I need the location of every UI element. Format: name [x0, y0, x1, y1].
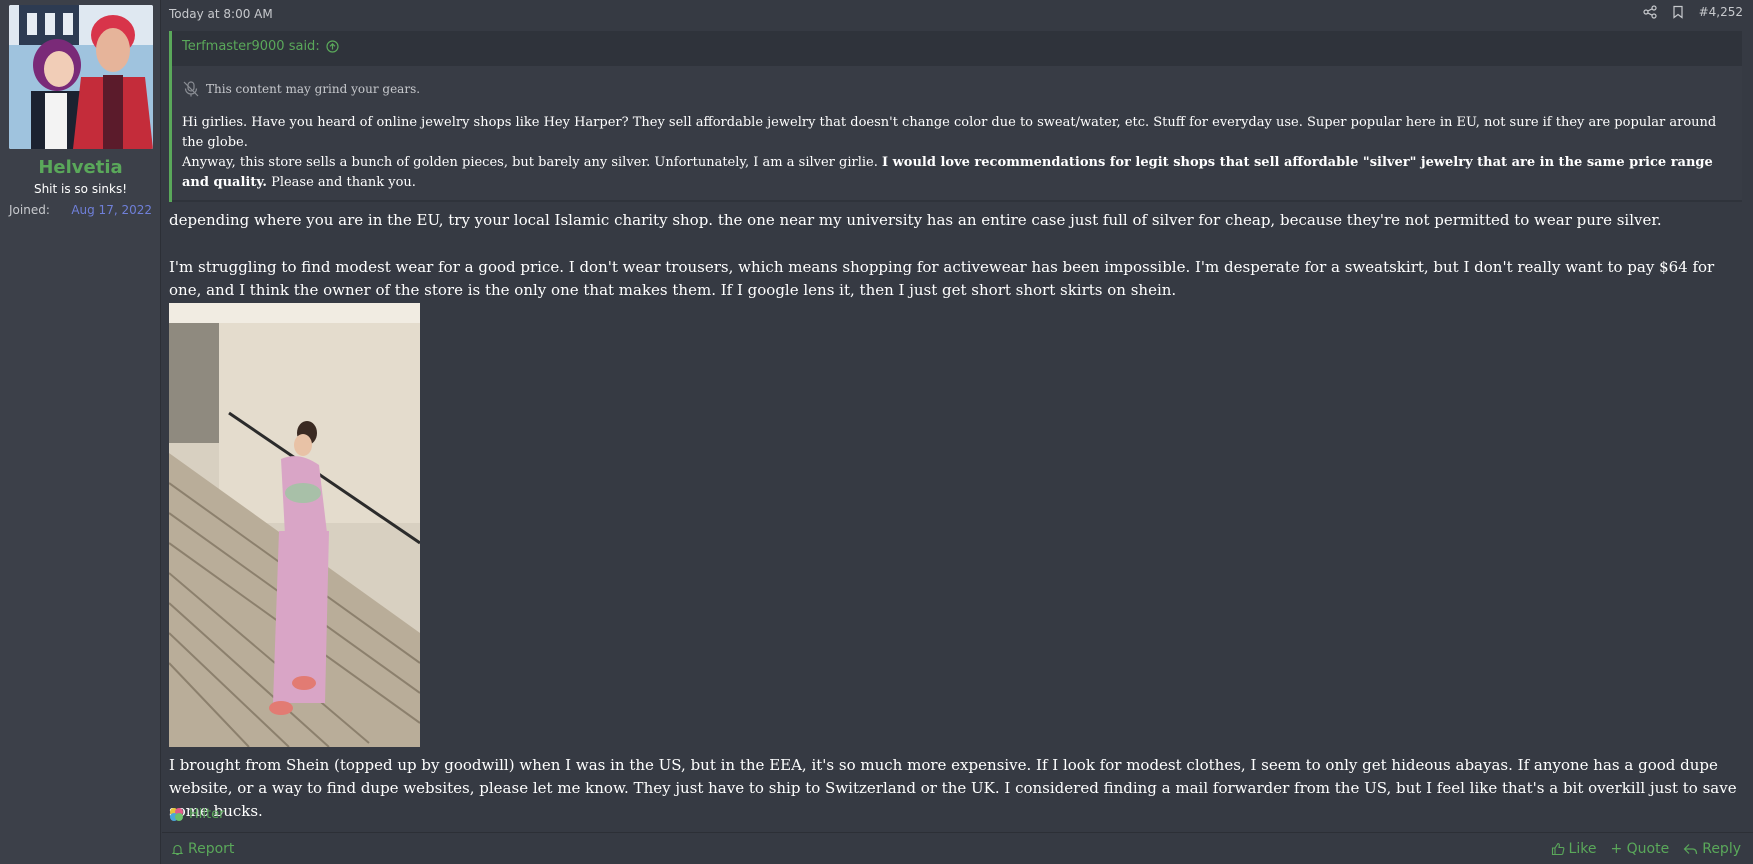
avatar[interactable] — [9, 5, 153, 149]
reaction-bar[interactable]: Hilter — [169, 807, 224, 822]
share-icon[interactable] — [1642, 5, 1657, 19]
joined-date: Aug 17, 2022 — [71, 203, 152, 217]
like-button[interactable]: Like — [1551, 841, 1597, 857]
quote-paragraph-1: Hi girlies. Have you heard of online jew… — [182, 115, 1717, 150]
bell-icon — [171, 844, 184, 855]
spoiler-note-text: This content may grind your gears. — [206, 82, 421, 96]
reaction-icon — [170, 808, 183, 821]
joined-label: Joined: — [9, 203, 50, 217]
woman-on-stairs-photo — [169, 303, 420, 747]
post-date[interactable]: Today at 8:00 AM — [169, 7, 273, 21]
quote-author-label[interactable]: Terfmaster9000 said: — [182, 39, 320, 54]
post-text-1: depending where you are in the EU, try y… — [169, 211, 1662, 229]
arrow-up-circle-icon[interactable] — [326, 40, 339, 53]
quote-paragraph-2-start: Anyway, this store sells a bunch of gold… — [182, 155, 882, 170]
like-label: Like — [1568, 841, 1597, 857]
reply-label: Reply — [1702, 841, 1741, 857]
avatar-image — [9, 5, 153, 149]
post-footer: Report Like + Quote Reply — [162, 832, 1753, 864]
post-actions: #4,252 — [1642, 5, 1743, 19]
post-image[interactable] — [169, 303, 420, 747]
report-button[interactable]: Report — [171, 841, 234, 857]
post-number[interactable]: #4,252 — [1699, 5, 1743, 19]
spoiler-note: This content may grind your gears. — [182, 80, 420, 98]
post-text-2: I'm struggling to find modest wear for a… — [169, 258, 1715, 299]
quote-paragraph-2: Anyway, this store sells a bunch of gold… — [182, 153, 1732, 193]
thumbs-up-icon — [1551, 842, 1564, 856]
footer-actions: Like + Quote Reply — [1551, 841, 1741, 857]
reply-icon — [1683, 843, 1698, 854]
quote-author[interactable]: Terfmaster9000 said: — [182, 39, 339, 54]
quote-paragraph-2-end: Please and thank you. — [266, 175, 416, 190]
post-main: Today at 8:00 AM #4,252 Terfmaster9000 s… — [162, 0, 1753, 864]
username[interactable]: Helvetia — [0, 157, 161, 178]
quote-block: Terfmaster9000 said: This content may gr… — [169, 31, 1742, 202]
user-title: Shit is so sinks! — [33, 182, 128, 196]
quote-button[interactable]: + Quote — [1610, 841, 1669, 857]
bookmark-icon[interactable] — [1671, 5, 1685, 19]
quote-body: This content may grind your gears. Hi gi… — [172, 66, 1742, 200]
report-label: Report — [188, 841, 235, 857]
quote-label: + Quote — [1610, 841, 1670, 857]
muted-mic-icon — [183, 81, 199, 97]
user-sidebar: Helvetia Shit is so sinks! Joined: Aug 1… — [0, 0, 161, 864]
reply-button[interactable]: Reply — [1683, 841, 1741, 857]
post-text-3: I brought from Shein (topped up by goodw… — [169, 756, 1737, 820]
reaction-user[interactable]: Hilter — [189, 807, 224, 822]
